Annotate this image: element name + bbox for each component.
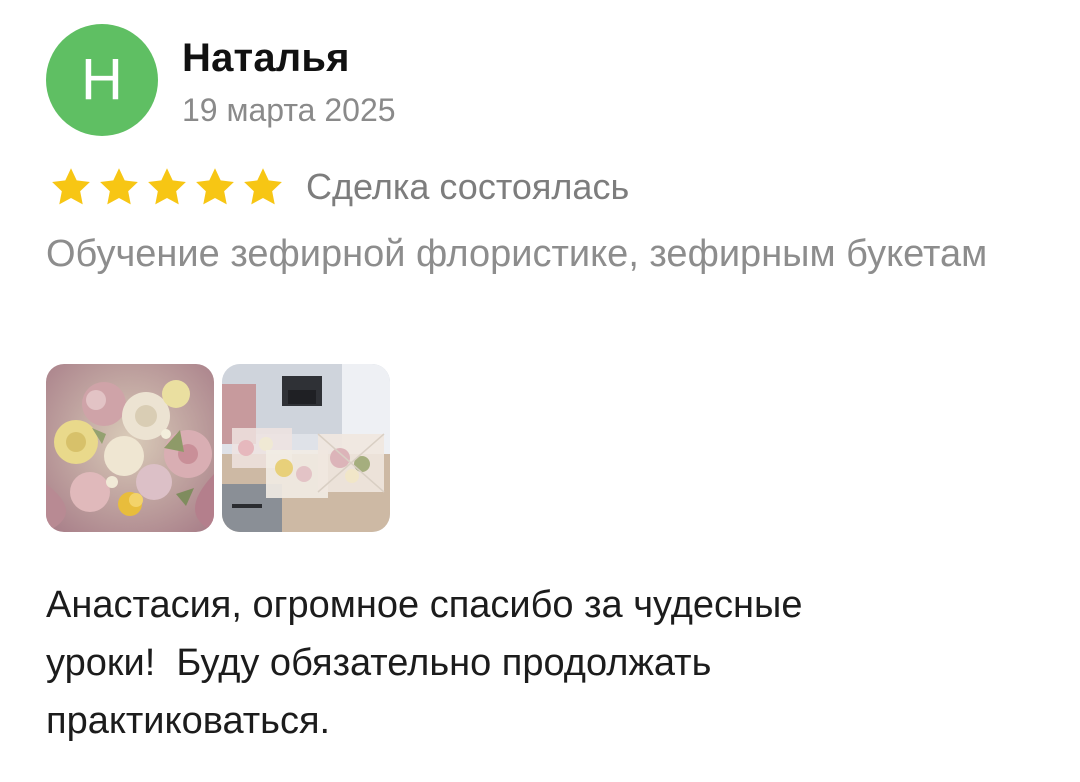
review-card: Н Наталья 19 марта 2025 Сделка состоялас…: [0, 0, 1080, 782]
review-date: 19 марта 2025: [182, 92, 396, 128]
star-icon: [196, 168, 234, 205]
star-icon: [100, 168, 138, 205]
service-title: Обучение зефирной флористике, зефирным б…: [46, 233, 988, 275]
author-avatar[interactable]: Н: [46, 24, 158, 136]
star-icon: [52, 168, 90, 205]
review-photo-boxes[interactable]: [222, 364, 390, 532]
star-icon: [244, 168, 282, 205]
review-photo-bouquet[interactable]: [46, 364, 214, 532]
deal-status-label: Сделка состоялась: [306, 166, 630, 207]
review-text: Анастасия, огромное спасибо за чудесные …: [46, 584, 803, 742]
star-icon: [148, 168, 186, 205]
rating-row: Сделка состоялась: [48, 164, 629, 210]
author-name[interactable]: Наталья: [182, 36, 350, 81]
star-rating: [48, 165, 286, 209]
photo-gallery: [46, 364, 390, 532]
